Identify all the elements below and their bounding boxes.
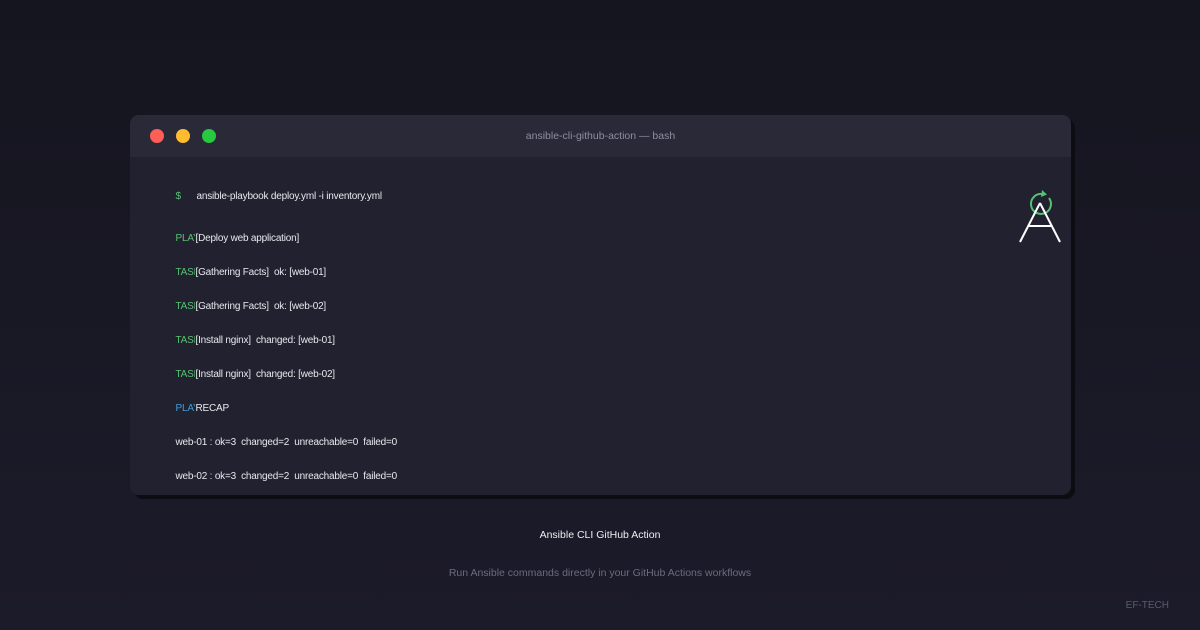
output-line: TASK[Gathering Facts] ok: [web-01] (160, 256, 326, 289)
output-text: [Install nginx] changed: [web-02] (195, 369, 335, 380)
prompt-symbol: $ (175, 191, 181, 202)
recap-text: web-01 : ok=3 changed=2 unreachable=0 fa… (175, 437, 397, 448)
ansible-logo-icon (1019, 190, 1061, 243)
output-line: TASK[Install nginx] changed: [web-01] (160, 324, 335, 357)
output-line: TASK[Gathering Facts] ok: [web-02] (160, 290, 326, 323)
output-line: TASK[Install nginx] changed: [web-02] (160, 358, 335, 391)
title-bar: ansible-cli-github-action — bash (130, 115, 1071, 157)
brand-label: EF-TECH (1125, 600, 1169, 611)
output-keyword: TASK (175, 267, 195, 278)
sync-icon (1030, 190, 1052, 215)
output-text: [Gathering Facts] ok: [web-01] (195, 267, 327, 278)
window-title: ansible-cli-github-action — bash (525, 130, 676, 142)
output-keyword: TASK (175, 369, 195, 380)
output-keyword: PLAY (175, 233, 195, 244)
footer-title: Ansible CLI GitHub Action (539, 529, 661, 541)
command-line: $ ansible-playbook deploy.yml -i inventor… (160, 180, 382, 213)
output-keyword: TASK (175, 335, 195, 346)
output-keyword: PLAY (175, 403, 195, 414)
terminal-window: ansible-cli-github-action — bash $ ansibl… (130, 115, 1071, 495)
letter-a-icon (1019, 202, 1061, 243)
output-line: PLAYRECAP (160, 392, 229, 425)
recap-text: web-02 : ok=3 changed=2 unreachable=0 fa… (175, 471, 397, 482)
command-text: ansible-playbook deploy.yml -i inventory… (196, 191, 382, 202)
output-text: [Deploy web application] (195, 233, 300, 244)
output-line: PLAY[Deploy web application] (160, 222, 299, 255)
output-text: [Gathering Facts] ok: [web-02] (195, 301, 327, 312)
output-text: [Install nginx] changed: [web-01] (195, 335, 335, 346)
output-text: RECAP (195, 403, 229, 414)
output-keyword: TASK (175, 301, 195, 312)
recap-line: web-02 : ok=3 changed=2 unreachable=0 fa… (160, 460, 397, 493)
footer-subtitle: Run Ansible commands directly in your Gi… (448, 567, 752, 579)
recap-line: web-01 : ok=3 changed=2 unreachable=0 fa… (160, 426, 397, 459)
